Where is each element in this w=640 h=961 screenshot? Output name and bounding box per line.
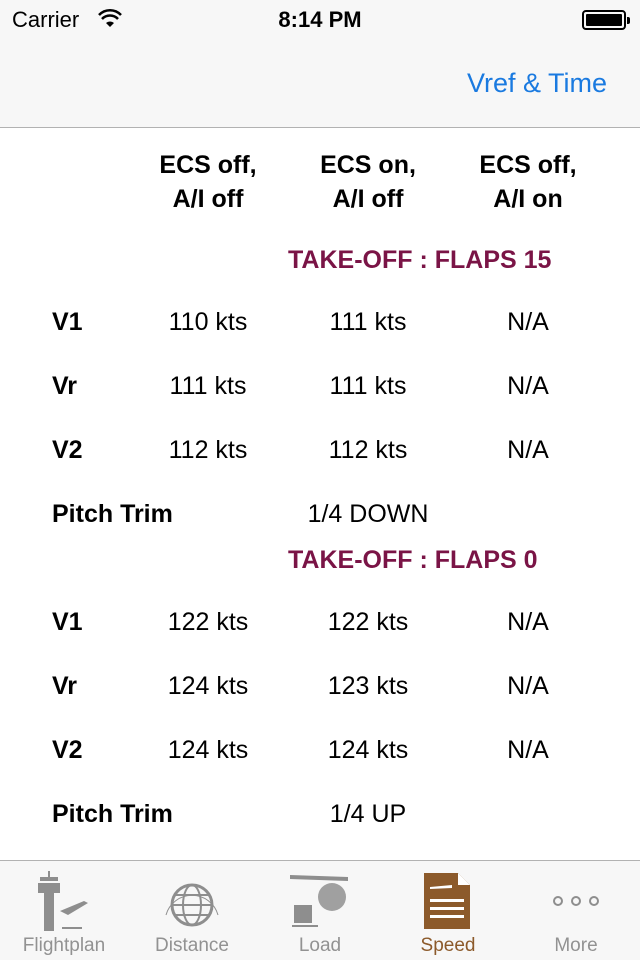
row-label: Vr <box>52 672 78 700</box>
speed-value: N/A <box>507 436 549 464</box>
row-label: Pitch Trim <box>52 500 173 528</box>
speed-row: Vr 111 kts 111 kts N/A <box>0 372 640 412</box>
column-header-line: ECS off, <box>159 151 257 179</box>
tab-label: Speed <box>420 935 476 956</box>
tab-label: Flightplan <box>22 935 106 956</box>
pitch-trim-value: 1/4 UP <box>329 800 407 828</box>
navigation-bar: Vref & Time <box>0 40 640 128</box>
clock: 8:14 PM <box>278 7 362 32</box>
row-label: Vr <box>52 372 78 400</box>
row-label: Pitch Trim <box>52 800 173 828</box>
more-dots-icon <box>553 896 599 906</box>
luggage-engine-icon <box>290 875 348 927</box>
tab-distance[interactable]: Distance <box>128 861 256 961</box>
tab-label: Distance <box>155 935 229 956</box>
speed-value: 123 kts <box>327 672 409 700</box>
speed-row: Vr 124 kts 123 kts N/A <box>0 672 640 712</box>
tab-load[interactable]: Load <box>256 861 384 961</box>
speed-value: 112 kts <box>168 436 248 464</box>
speed-value: 110 kts <box>168 308 248 336</box>
speed-value: 122 kts <box>167 608 249 636</box>
vref-time-button[interactable]: Vref & Time <box>467 68 607 99</box>
column-header: ECS on, A/I off <box>288 148 448 216</box>
column-header-line: A/I off <box>172 185 244 213</box>
tab-label: More <box>554 935 598 956</box>
row-label: V2 <box>52 436 83 464</box>
speed-value: 124 kts <box>167 672 249 700</box>
column-header-line: A/I off <box>332 185 404 213</box>
pitch-trim-row: Pitch Trim 1/4 UP <box>0 800 640 840</box>
column-header-line: ECS on, <box>320 151 416 179</box>
speed-value: N/A <box>507 372 549 400</box>
speed-row: V2 124 kts 124 kts N/A <box>0 736 640 776</box>
speed-row: V2 112 kts 112 kts N/A <box>0 436 640 476</box>
column-header: ECS off, A/I on <box>448 148 608 216</box>
column-header-line: ECS off, <box>479 151 577 179</box>
row-label: V1 <box>52 308 83 336</box>
speed-value: N/A <box>507 672 549 700</box>
status-bar: Carrier 8:14 PM <box>0 0 640 40</box>
tab-more[interactable]: More <box>512 861 640 961</box>
speed-value: 111 kts <box>329 308 407 336</box>
row-label: V2 <box>52 736 83 764</box>
column-header: ECS off, A/I off <box>128 148 288 216</box>
tab-speed[interactable]: Speed <box>384 861 512 961</box>
speed-table: ECS off, A/I off ECS on, A/I off ECS off, A… <box>0 128 640 860</box>
speed-value: N/A <box>507 308 549 336</box>
pitch-trim-value: 1/4 DOWN <box>307 500 429 528</box>
section-title: TAKE-OFF : FLAPS 15 <box>288 246 552 274</box>
speed-value: 124 kts <box>167 736 249 764</box>
control-tower-icon <box>38 871 88 931</box>
battery-icon <box>582 10 630 30</box>
tab-label: Load <box>298 935 342 956</box>
speed-value: 111 kts <box>329 372 407 400</box>
tab-bar: Flightplan Distance Load Speed More <box>0 860 640 960</box>
column-header-line: A/I on <box>493 185 563 213</box>
speed-value: 122 kts <box>327 608 409 636</box>
speed-row: V1 122 kts 122 kts N/A <box>0 608 640 648</box>
row-label: V1 <box>52 608 83 636</box>
speed-row: V1 110 kts 111 kts N/A <box>0 308 640 348</box>
speed-value: 112 kts <box>328 436 408 464</box>
globe-icon <box>165 883 219 927</box>
speed-value: N/A <box>507 736 549 764</box>
document-plane-icon <box>424 873 470 929</box>
speed-value: 124 kts <box>327 736 409 764</box>
speed-value: N/A <box>507 608 549 636</box>
pitch-trim-row: Pitch Trim 1/4 DOWN <box>0 500 640 540</box>
tab-flightplan[interactable]: Flightplan <box>0 861 128 961</box>
section-title: TAKE-OFF : FLAPS 0 <box>288 546 538 574</box>
speed-value: 111 kts <box>169 372 247 400</box>
